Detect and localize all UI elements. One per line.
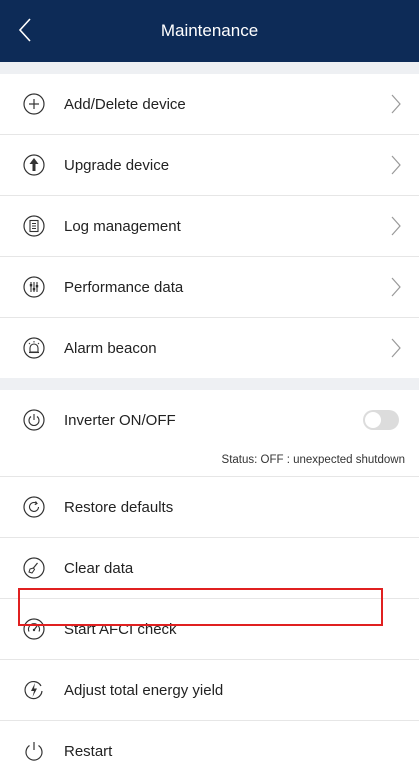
chevron-right-icon — [389, 336, 403, 360]
section-divider — [0, 62, 419, 74]
log-document-icon — [22, 214, 46, 238]
chevron-right-icon — [389, 275, 403, 299]
menu-item-clear-data[interactable]: Clear data — [0, 538, 419, 599]
power-icon — [22, 408, 46, 432]
menu-item-start-afci-check[interactable]: Start AFCI check — [0, 599, 419, 660]
menu-item-performance-data[interactable]: Performance data — [0, 257, 419, 318]
menu-item-label: Start AFCI check — [64, 620, 177, 638]
alarm-beacon-icon — [22, 336, 46, 360]
menu-item-label: Adjust total energy yield — [64, 681, 224, 699]
menu-item-restore-defaults[interactable]: Restore defaults — [0, 477, 419, 538]
chevron-right-icon — [389, 153, 403, 177]
menu-item-label: Restart — [64, 742, 113, 760]
chevron-right-icon — [389, 214, 403, 238]
back-button[interactable] — [10, 12, 40, 48]
restart-icon — [22, 739, 46, 763]
menu-item-adjust-total-energy-yield[interactable]: Adjust total energy yield — [0, 660, 419, 721]
menu-item-alarm-beacon[interactable]: Alarm beacon — [0, 318, 419, 378]
back-arrow-icon — [18, 18, 31, 42]
menu-item-label: Log management — [64, 217, 181, 235]
menu-item-label: Add/Delete device — [64, 95, 186, 113]
plus-circle-icon — [22, 92, 46, 116]
menu-item-label: Clear data — [64, 559, 134, 577]
upload-arrow-icon — [22, 153, 46, 177]
menu-item-label: Upgrade device — [64, 156, 170, 174]
menu-item-label: Alarm beacon — [64, 339, 157, 357]
menu-item-upgrade-device[interactable]: Upgrade device — [0, 135, 419, 196]
chevron-right-icon — [389, 92, 403, 116]
clear-data-icon — [22, 556, 46, 580]
menu-item-label: Performance data — [64, 278, 184, 296]
page-title: Maintenance — [160, 21, 259, 40]
inverter-onoff-row: Inverter ON/OFF — [0, 390, 419, 450]
energy-yield-icon — [22, 678, 46, 702]
header-bar: Maintenance — [0, 0, 419, 62]
menu-item-add-delete-device[interactable]: Add/Delete device — [0, 74, 419, 135]
inverter-onoff-label: Inverter ON/OFF — [64, 411, 176, 429]
section-divider — [0, 378, 419, 390]
restore-icon — [22, 495, 46, 519]
toggle-knob — [365, 412, 381, 428]
inverter-toggle[interactable] — [363, 410, 399, 430]
afci-check-icon — [22, 617, 46, 641]
menu-item-restart[interactable]: Restart — [0, 721, 419, 781]
sliders-icon — [22, 275, 46, 299]
inverter-status-text: Status: OFF : unexpected shutdown — [0, 450, 419, 477]
menu-item-log-management[interactable]: Log management — [0, 196, 419, 257]
menu-item-label: Restore defaults — [64, 498, 174, 516]
